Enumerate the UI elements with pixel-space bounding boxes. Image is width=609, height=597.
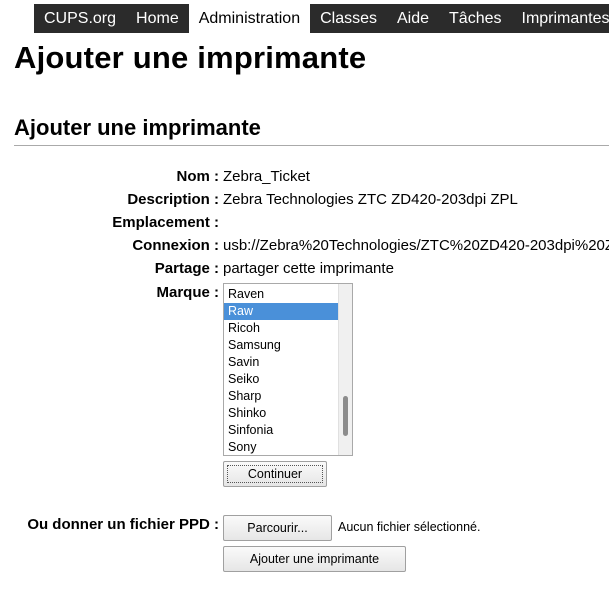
add-printer-button-label: Ajouter une imprimante bbox=[249, 552, 380, 566]
description-value: Zebra Technologies ZTC ZD420-203dpi ZPL bbox=[223, 191, 518, 208]
make-label: Marque : bbox=[156, 284, 219, 301]
continue-button[interactable]: Continuer bbox=[223, 461, 327, 487]
top-navigation-bar: CUPS.org Home Administration Classes Aid… bbox=[0, 0, 609, 34]
section-divider bbox=[14, 145, 609, 146]
file-status-text: Aucun fichier sélectionné. bbox=[338, 520, 481, 534]
make-option[interactable]: Sharp bbox=[224, 388, 338, 405]
page-title: Ajouter une imprimante bbox=[14, 40, 367, 75]
sharing-value: partager cette imprimante bbox=[223, 260, 394, 277]
nav-item-printers[interactable]: Imprimantes bbox=[512, 4, 609, 33]
make-option[interactable]: Raven bbox=[224, 286, 338, 303]
browse-button-label: Parcourir... bbox=[247, 521, 308, 535]
nav-item-help[interactable]: Aide bbox=[387, 4, 439, 33]
make-option[interactable]: Ricoh bbox=[224, 320, 338, 337]
nav-item-cups-org[interactable]: CUPS.org bbox=[34, 4, 126, 33]
section-title: Ajouter une imprimante bbox=[14, 115, 261, 140]
make-option-selected[interactable]: Raw bbox=[224, 303, 338, 320]
connection-value: usb://Zebra%20Technologies/ZTC%20ZD420-2… bbox=[223, 237, 609, 254]
nav-item-classes[interactable]: Classes bbox=[310, 4, 387, 33]
location-label: Emplacement : bbox=[112, 214, 219, 231]
ppd-file-label: Ou donner un fichier PPD : bbox=[27, 516, 219, 533]
name-label: Nom : bbox=[176, 168, 220, 185]
nav-item-administration[interactable]: Administration bbox=[188, 4, 311, 33]
make-option[interactable]: Savin bbox=[224, 354, 338, 371]
add-printer-button[interactable]: Ajouter une imprimante bbox=[223, 546, 406, 572]
make-option[interactable]: Sinfonia bbox=[224, 422, 338, 439]
description-label: Description : bbox=[127, 191, 219, 208]
make-option[interactable]: Sony bbox=[224, 439, 338, 455]
make-option[interactable]: Shinko bbox=[224, 405, 338, 422]
nav-item-home[interactable]: Home bbox=[126, 4, 189, 33]
nav-strip: CUPS.org Home Administration Classes Aid… bbox=[34, 4, 609, 33]
connection-label: Connexion : bbox=[132, 237, 219, 254]
focus-ring bbox=[227, 465, 323, 483]
name-value: Zebra_Ticket bbox=[223, 168, 310, 185]
sharing-label: Partage : bbox=[154, 260, 219, 277]
listbox-scrollbar[interactable] bbox=[338, 284, 352, 455]
make-option[interactable]: Seiko bbox=[224, 371, 338, 388]
scrollbar-thumb[interactable] bbox=[343, 396, 348, 436]
make-options-list: Raven Raw Ricoh Samsung Savin Seiko Shar… bbox=[224, 286, 338, 455]
make-listbox[interactable]: Raven Raw Ricoh Samsung Savin Seiko Shar… bbox=[223, 283, 353, 456]
browse-button[interactable]: Parcourir... bbox=[223, 515, 332, 541]
make-option[interactable]: Samsung bbox=[224, 337, 338, 354]
nav-item-jobs[interactable]: Tâches bbox=[439, 4, 511, 33]
